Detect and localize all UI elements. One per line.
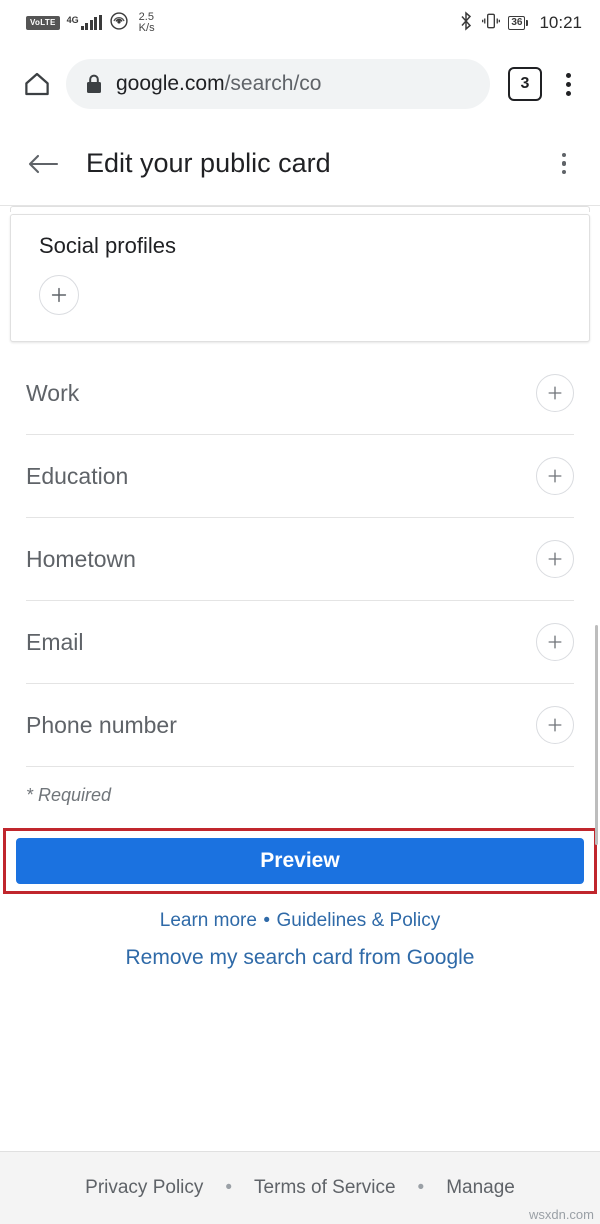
- signal-strength-bars: [80, 15, 102, 30]
- bluetooth-icon: [458, 10, 474, 36]
- address-bar-url: google.com/search/co: [116, 72, 321, 96]
- page-header: Edit your public card: [0, 122, 600, 206]
- table-row[interactable]: Education: [26, 435, 574, 518]
- signal-bars-icon: 4G: [66, 15, 102, 30]
- previous-card-edge: [10, 206, 590, 212]
- link-row-secondary: Remove my search card from Google: [0, 946, 600, 970]
- link-separator: •: [263, 910, 271, 931]
- privacy-policy-link[interactable]: Privacy Policy: [85, 1177, 203, 1199]
- preview-button[interactable]: Preview: [16, 838, 584, 884]
- browser-toolbar: google.com/search/co 3: [0, 46, 600, 122]
- social-profiles-card: Social profiles: [10, 214, 590, 342]
- add-social-profile-button[interactable]: [39, 275, 79, 315]
- page-title: Edit your public card: [86, 148, 331, 178]
- link-row-primary: Learn more • Guidelines & Policy: [0, 910, 600, 932]
- footer: Privacy Policy • Terms of Service • Mana…: [0, 1151, 600, 1224]
- social-profiles-title: Social profiles: [39, 233, 176, 258]
- field-list: Work Education Hometown Email Phone numb…: [26, 352, 574, 767]
- field-label: Phone number: [26, 711, 177, 738]
- status-bar-left: VoLTE 4G 2.5 K/s: [26, 11, 155, 36]
- remove-search-card-link[interactable]: Remove my search card from Google: [126, 946, 475, 969]
- table-row[interactable]: Hometown: [26, 518, 574, 601]
- lock-icon: [84, 73, 104, 95]
- manage-link[interactable]: Manage: [446, 1177, 515, 1199]
- content-area: Social profiles Work Education Hometown: [0, 206, 600, 970]
- link-group: Learn more • Guidelines & Policy Remove …: [0, 910, 600, 970]
- table-row[interactable]: Work: [26, 352, 574, 435]
- hotspot-icon: [109, 11, 129, 36]
- volte-badge: VoLTE: [26, 16, 60, 30]
- field-label: Hometown: [26, 545, 136, 572]
- table-row[interactable]: Phone number: [26, 684, 574, 767]
- home-icon[interactable]: [20, 67, 54, 101]
- status-bar-right: 36 10:21: [458, 10, 582, 36]
- required-note: * Required: [26, 785, 112, 805]
- data-rate-unit: K/s: [138, 22, 155, 34]
- learn-more-link[interactable]: Learn more: [160, 910, 257, 931]
- add-work-button[interactable]: [536, 374, 574, 412]
- footer-separator: •: [225, 1177, 233, 1198]
- watermark: wsxdn.com: [528, 1207, 594, 1222]
- add-education-button[interactable]: [536, 457, 574, 495]
- network-type-label: 4G: [66, 15, 79, 25]
- table-row[interactable]: Email: [26, 601, 574, 684]
- browser-menu-icon[interactable]: [554, 67, 582, 101]
- add-phone-number-button[interactable]: [536, 706, 574, 744]
- battery-percent: 36: [508, 16, 526, 30]
- tab-counter-button[interactable]: 3: [508, 67, 542, 101]
- battery-icon: 36: [508, 16, 529, 30]
- highlight-box: Preview: [3, 828, 597, 894]
- page-menu-icon[interactable]: [550, 147, 578, 181]
- terms-of-service-link[interactable]: Terms of Service: [254, 1177, 395, 1199]
- clock: 10:21: [539, 13, 582, 32]
- footer-separator: •: [417, 1177, 425, 1198]
- add-email-button[interactable]: [536, 623, 574, 661]
- vibrate-icon: [481, 11, 501, 36]
- field-label: Education: [26, 462, 129, 489]
- guidelines-policy-link[interactable]: Guidelines & Policy: [277, 910, 441, 931]
- field-label: Email: [26, 628, 84, 655]
- add-hometown-button[interactable]: [536, 540, 574, 578]
- back-arrow-icon[interactable]: [26, 147, 60, 181]
- status-bar: VoLTE 4G 2.5 K/s 36 10:21: [0, 0, 600, 46]
- url-domain: google.com: [116, 72, 225, 95]
- field-label: Work: [26, 379, 80, 406]
- data-rate: 2.5 K/s: [139, 12, 155, 34]
- address-bar[interactable]: google.com/search/co: [66, 59, 490, 109]
- url-path: /search/co: [224, 72, 322, 95]
- page-scrollbar[interactable]: [595, 625, 598, 845]
